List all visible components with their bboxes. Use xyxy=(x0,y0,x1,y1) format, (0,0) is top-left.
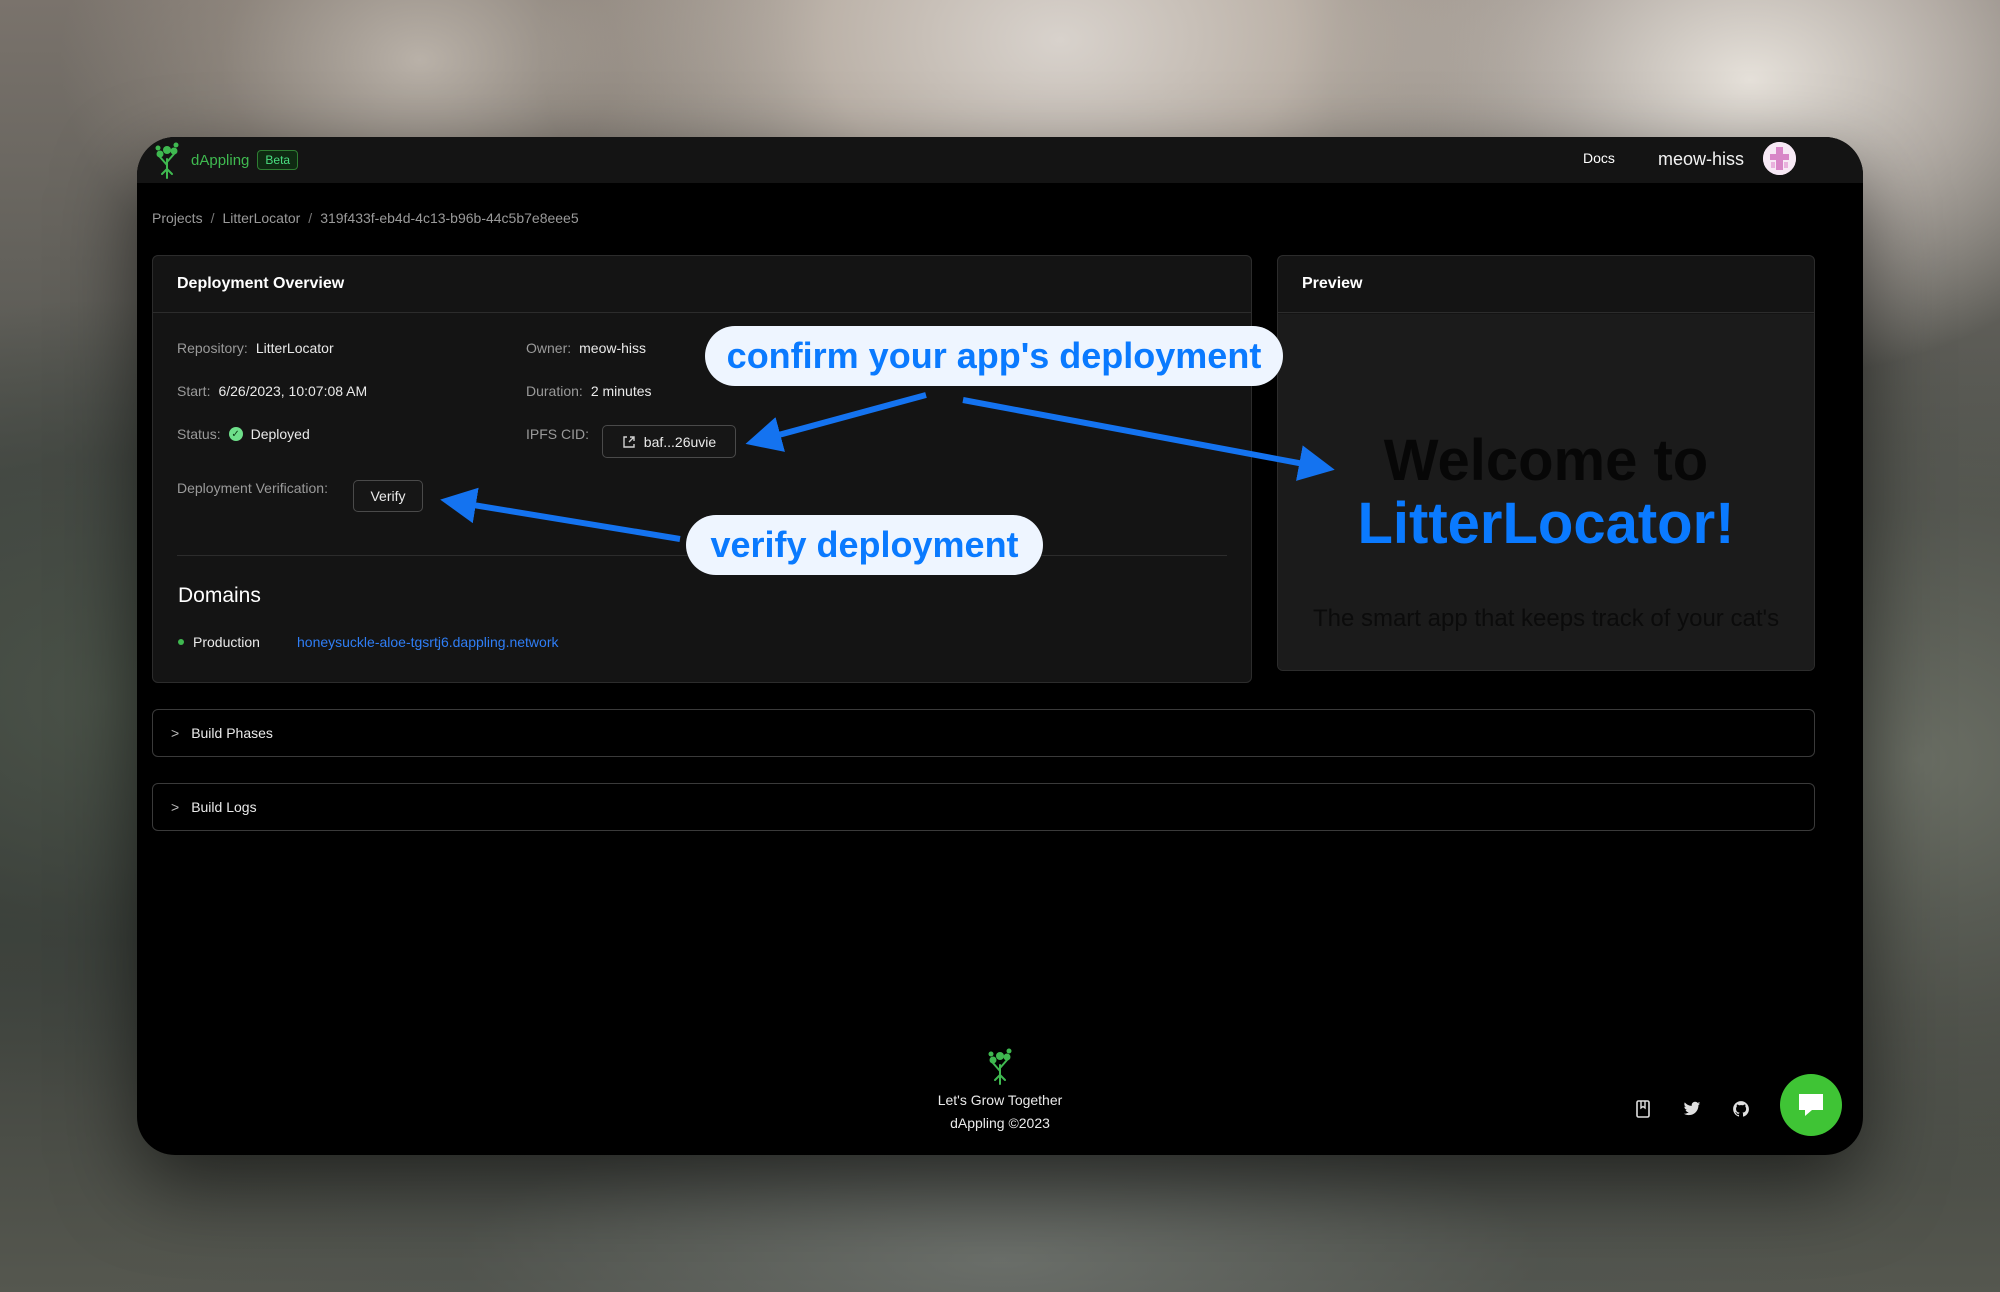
build-logs-accordion[interactable]: > Build Logs xyxy=(152,783,1815,831)
twitter-icon xyxy=(1683,1101,1701,1116)
preview-title: Preview xyxy=(1278,256,1814,313)
breadcrumb-separator: / xyxy=(210,210,215,226)
footer: Let's Grow Together dAppling ©2023 xyxy=(137,1047,1863,1135)
owner-label: Owner: xyxy=(526,340,572,356)
docs-book-link[interactable] xyxy=(1632,1098,1654,1120)
domain-environment: Production xyxy=(193,634,260,650)
build-phases-label: Build Phases xyxy=(191,725,273,741)
build-logs-label: Build Logs xyxy=(191,799,257,815)
deployment-overview-title: Deployment Overview xyxy=(153,256,1251,313)
status-dot xyxy=(178,639,184,645)
user-name[interactable]: meow-hiss xyxy=(1658,149,1744,170)
preview-subtitle: The smart app that keeps track of your c… xyxy=(1312,605,1780,632)
duration-label: Duration: xyxy=(526,383,583,399)
preview-welcome-line2: LitterLocator! xyxy=(1357,491,1735,556)
status-field: Status: ✓ Deployed xyxy=(177,426,310,442)
book-icon xyxy=(1636,1100,1650,1118)
github-icon xyxy=(1733,1101,1749,1117)
top-navbar: dAppling Beta Docs meow-hiss xyxy=(137,137,1863,183)
repository-field: Repository: LitterLocator xyxy=(177,340,334,356)
start-value: 6/26/2023, 10:07:08 AM xyxy=(218,383,368,399)
beta-badge: Beta xyxy=(257,150,299,170)
breadcrumb: Projects / LitterLocator / 319f433f-eb4d… xyxy=(152,210,579,226)
owner-field: Owner: meow-hiss xyxy=(526,340,646,356)
avatar-icon xyxy=(1763,142,1796,175)
preview-welcome-line1: Welcome to xyxy=(1383,428,1709,493)
domains-title: Domains xyxy=(178,584,261,607)
app-window: dAppling Beta Docs meow-hiss Projects / … xyxy=(137,137,1863,1155)
repository-value: LitterLocator xyxy=(255,340,334,356)
build-phases-accordion[interactable]: > Build Phases xyxy=(152,709,1815,757)
start-field: Start: 6/26/2023, 10:07:08 AM xyxy=(177,383,367,399)
deployment-overview-card: Deployment Overview Repository: LitterLo… xyxy=(152,255,1252,683)
annotation-verify-deployment: verify deployment xyxy=(686,515,1043,575)
chat-button[interactable] xyxy=(1780,1074,1842,1136)
check-circle-icon: ✓ xyxy=(228,427,243,441)
status-label: Status: xyxy=(177,426,221,442)
github-link[interactable] xyxy=(1730,1098,1752,1120)
footer-tagline: Let's Grow Together xyxy=(937,1092,1063,1108)
brand[interactable]: dAppling Beta xyxy=(153,140,299,180)
duration-value: 2 minutes xyxy=(590,383,652,399)
duration-field: Duration: 2 minutes xyxy=(526,383,652,399)
tree-logo-icon xyxy=(988,1048,1012,1085)
repository-label: Repository: xyxy=(177,340,248,356)
tree-logo-icon xyxy=(155,142,179,179)
footer-copyright: dAppling ©2023 xyxy=(950,1115,1050,1131)
annotation-confirm-deployment: confirm your app's deployment xyxy=(705,326,1283,386)
domain-link[interactable]: honeysuckle-aloe-tgsrtj6.dappling.networ… xyxy=(297,634,558,650)
ipfs-cid-value: baf...26uvie xyxy=(643,433,717,450)
breadcrumb-separator: / xyxy=(308,210,313,226)
start-label: Start: xyxy=(177,383,211,399)
ipfs-cid-button[interactable]: baf...26uvie xyxy=(602,425,736,458)
brand-name: dAppling xyxy=(191,151,250,169)
status-value: Deployed xyxy=(250,426,310,442)
avatar[interactable] xyxy=(1763,142,1796,175)
chat-icon xyxy=(1799,1094,1823,1116)
domain-row: Production honeysuckle-aloe-tgsrtj6.dapp… xyxy=(178,634,558,650)
breadcrumb-projects[interactable]: Projects xyxy=(152,210,203,226)
ipfs-label: IPFS CID: xyxy=(526,426,590,442)
docs-link[interactable]: Docs xyxy=(1583,150,1615,166)
verification-label: Deployment Verification: xyxy=(177,480,328,496)
owner-value: meow-hiss xyxy=(579,340,647,356)
external-link-icon xyxy=(623,435,635,448)
ipfs-field: IPFS CID: xyxy=(526,426,597,442)
verification-field: Deployment Verification: xyxy=(177,480,336,496)
breadcrumb-project[interactable]: LitterLocator xyxy=(222,210,300,226)
breadcrumb-deployment-id: 319f433f-eb4d-4c13-b96b-44c5b7e8eee5 xyxy=(320,210,579,226)
chevron-right-icon: > xyxy=(171,799,180,815)
twitter-link[interactable] xyxy=(1681,1098,1703,1120)
preview-card: Preview Welcome to LitterLocator! The sm… xyxy=(1277,255,1815,671)
chevron-right-icon: > xyxy=(171,725,180,741)
verify-button[interactable]: Verify xyxy=(353,480,423,512)
